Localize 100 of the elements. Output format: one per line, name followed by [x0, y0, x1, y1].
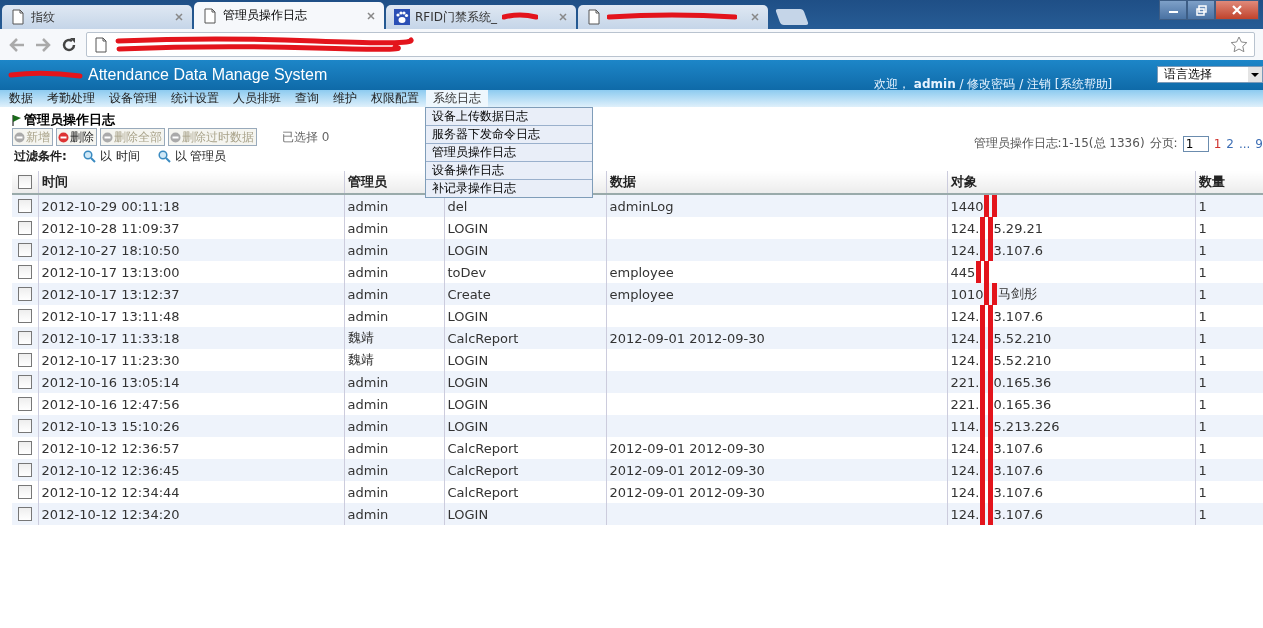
select-all-checkbox[interactable]	[17, 175, 32, 189]
star-icon	[1230, 36, 1248, 53]
table-cell: 1010	[950, 286, 984, 302]
submenu-item[interactable]: 设备操作日志	[426, 162, 592, 180]
menu-item[interactable]: 数据	[9, 91, 33, 105]
page-link[interactable]: 9	[1255, 136, 1263, 151]
menu-item[interactable]: 设备管理	[109, 91, 157, 105]
table-cell: 2012-10-17 13:13:00	[41, 264, 180, 280]
table-cell: 3.107.6	[993, 308, 1044, 324]
row-checkbox[interactable]	[17, 309, 32, 323]
browser-tab[interactable]	[578, 5, 768, 29]
language-select[interactable]: 语言选择	[1157, 66, 1263, 83]
table-cell: admin	[347, 462, 389, 478]
submenu-item[interactable]: 管理员操作日志	[426, 144, 592, 162]
close-window-button[interactable]	[1215, 0, 1259, 20]
menu-item[interactable]: 人员排班	[233, 91, 281, 105]
row-checkbox[interactable]	[17, 199, 32, 213]
redaction-mark	[979, 217, 993, 239]
row-checkbox[interactable]	[17, 221, 32, 235]
browser-tab[interactable]: 指纹	[2, 5, 192, 29]
table-cell: CalcReport	[447, 330, 519, 346]
table-cell: 魏靖	[347, 352, 374, 367]
row-checkbox[interactable]	[17, 287, 32, 301]
table-cell: admin	[347, 264, 389, 280]
redaction-mark	[979, 349, 993, 371]
table-cell: 0.165.36	[993, 396, 1052, 412]
minimize-button[interactable]	[1159, 0, 1187, 20]
table-cell: 2012-10-12 12:34:44	[41, 484, 180, 500]
restore-button[interactable]	[1187, 0, 1215, 20]
row-checkbox[interactable]	[17, 353, 32, 367]
table-cell: 124.	[950, 352, 980, 368]
page-link[interactable]: 1	[1213, 136, 1222, 151]
close-icon	[558, 12, 568, 22]
menu-item[interactable]: 权限配置	[371, 91, 419, 105]
menu-item[interactable]: 考勤处理	[47, 91, 95, 105]
new-tab-button[interactable]	[775, 9, 809, 25]
redaction-mark	[979, 239, 993, 261]
browser-tab[interactable]: RFID门禁系统_	[386, 5, 576, 29]
paw-icon	[394, 9, 410, 25]
search-icon	[82, 149, 96, 163]
row-checkbox[interactable]	[17, 243, 32, 257]
row-checkbox[interactable]	[17, 331, 32, 345]
table-cell: 124.	[950, 506, 980, 522]
submenu-item[interactable]: 服务器下发命令日志	[426, 126, 592, 144]
browser-tab[interactable]: 管理员操作日志	[194, 2, 384, 29]
filter-label: 过滤条件:	[14, 147, 67, 165]
page-link[interactable]: 2	[1226, 136, 1234, 151]
row-checkbox[interactable]	[17, 397, 32, 411]
row-checkbox[interactable]	[17, 485, 32, 499]
table-cell: 2012-09-01 2012-09-30	[609, 440, 765, 456]
table-cell: 124.	[950, 440, 980, 456]
row-checkbox[interactable]	[17, 463, 32, 477]
table-cell: LOGIN	[447, 374, 489, 390]
page-input[interactable]: 1	[1182, 135, 1209, 152]
record-summary: 管理员操作日志:1-15(总 1336)	[973, 135, 1145, 152]
page-icon	[93, 36, 109, 53]
redaction-mark	[979, 393, 993, 415]
submenu-item[interactable]: 设备上传数据日志	[426, 108, 592, 126]
table-cell: 3.107.6	[993, 462, 1044, 478]
row-checkbox[interactable]	[17, 375, 32, 389]
table-cell: 445	[950, 264, 976, 280]
close-icon	[1232, 5, 1242, 15]
row-checkbox[interactable]	[17, 265, 32, 279]
address-field[interactable]	[86, 32, 1255, 57]
table-cell: 1	[1198, 484, 1207, 500]
delete-button[interactable]: 删除	[56, 128, 97, 146]
table-cell: 2012-10-29 00:11:18	[41, 198, 180, 214]
row-checkbox[interactable]	[17, 419, 32, 433]
filter-link[interactable]: 以 时间	[82, 147, 140, 165]
column-header: 时间	[41, 174, 68, 189]
table-cell: 1	[1198, 242, 1207, 258]
user-info: 欢迎， admin / 修改密码 / 注销 [系统帮助]	[874, 77, 1113, 90]
table-cell: 1	[1198, 506, 1207, 522]
row-checkbox[interactable]	[17, 507, 32, 521]
table-cell: 5.52.210	[993, 330, 1052, 346]
menu-item[interactable]: 统计设置	[171, 91, 219, 105]
row-checkbox[interactable]	[17, 441, 32, 455]
submenu-item[interactable]: 补记录操作日志	[426, 180, 592, 197]
table-cell: 2012-09-01 2012-09-30	[609, 330, 765, 346]
table-cell: 5.213.226	[993, 418, 1060, 434]
redaction-mark	[984, 195, 998, 217]
table-cell: 221.	[950, 396, 980, 412]
table-cell: 1	[1198, 462, 1207, 478]
column-header: 对象	[950, 174, 977, 189]
table-cell: admin	[347, 242, 389, 258]
minus-icon	[102, 131, 113, 143]
table-cell: LOGIN	[447, 506, 489, 522]
table-cell: 3.107.6	[993, 484, 1044, 500]
table-cell: 124.	[950, 242, 980, 258]
reload-icon[interactable]	[60, 35, 78, 54]
minus-icon	[170, 131, 181, 143]
flag-icon	[12, 114, 22, 126]
menu-item[interactable]: 维护	[333, 91, 357, 105]
page-link[interactable]: ...	[1238, 136, 1251, 151]
filter-link[interactable]: 以 管理员	[157, 147, 227, 165]
table-cell: employee	[609, 286, 674, 302]
table-cell: admin	[347, 396, 389, 412]
table-cell: 3.107.6	[993, 440, 1044, 456]
table-cell: 1	[1198, 396, 1207, 412]
menu-item[interactable]: 查询	[295, 91, 319, 105]
